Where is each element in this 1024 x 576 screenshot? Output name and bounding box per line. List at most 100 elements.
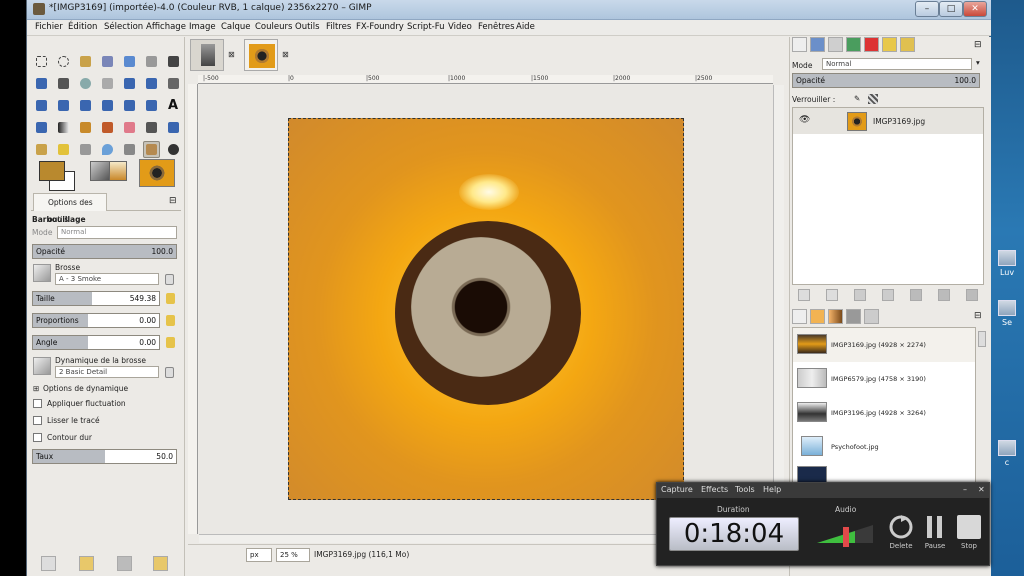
lasso-tool[interactable] (77, 53, 94, 70)
foreground-select-tool[interactable] (165, 53, 182, 70)
smudge-tool[interactable] (143, 141, 160, 158)
layers-tab-icon[interactable] (792, 37, 807, 52)
crop-tool[interactable] (165, 75, 182, 92)
raise-layer-icon[interactable] (854, 289, 866, 301)
menu-couleurs[interactable]: Couleurs (255, 22, 292, 32)
ink-tool[interactable] (165, 119, 182, 136)
layer-row[interactable]: 👁 IMGP3169.jpg (793, 108, 983, 134)
paintbrush-tool[interactable] (99, 119, 116, 136)
menu-video[interactable]: Video (448, 22, 472, 32)
layer-opacity-slider[interactable]: Opacité 100.0 (792, 73, 980, 88)
menu-filtres[interactable]: Filtres (326, 22, 351, 32)
recorder-close-icon[interactable]: ✕ (978, 485, 985, 494)
dodge-burn-tool[interactable] (121, 141, 138, 158)
active-brush-preview[interactable] (90, 161, 110, 181)
gradient-tab-icon[interactable] (828, 309, 843, 324)
perspective-tool[interactable] (99, 97, 116, 114)
stop-icon[interactable] (955, 513, 983, 541)
recorder-menu-tools[interactable]: Tools (735, 485, 755, 494)
zoom-tool[interactable] (77, 75, 94, 92)
edit-brush-icon[interactable] (165, 274, 174, 285)
new-group-icon[interactable] (826, 289, 838, 301)
color-picker-tool[interactable] (55, 75, 72, 92)
layer-mode-select[interactable]: Normal (822, 58, 972, 70)
fuzzy-select-tool[interactable] (99, 53, 116, 70)
recorder-minimize-icon[interactable]: – (963, 485, 967, 494)
angle-slider[interactable]: Angle 0.00 (32, 335, 160, 350)
color-select-tool[interactable] (121, 53, 138, 70)
menu-image[interactable]: Image (189, 22, 216, 32)
menu-affichage[interactable]: Affichage (146, 22, 186, 32)
anchor-layer-icon[interactable] (938, 289, 950, 301)
lower-layer-icon[interactable] (882, 289, 894, 301)
maximize-button[interactable]: □ (939, 1, 963, 17)
pause-icon[interactable] (921, 513, 949, 541)
tab-tool-options[interactable]: Options des outils (33, 193, 107, 224)
menu-calque[interactable]: Calque (221, 22, 251, 32)
title-bar[interactable]: *[IMGP3169] (importée)-4.0 (Couleur RVB,… (27, 0, 991, 20)
desktop-icon[interactable]: Luv (992, 250, 1022, 278)
recorder-menu-effects[interactable]: Effects (701, 485, 728, 494)
smooth-stroke-checkbox[interactable] (33, 416, 42, 425)
save-options-icon[interactable] (41, 556, 56, 571)
delete-options-icon[interactable] (117, 556, 132, 571)
move-tool[interactable] (121, 75, 138, 92)
unit-select[interactable]: px (246, 548, 272, 562)
brush-tab-icon[interactable] (792, 309, 807, 324)
new-layer-icon[interactable] (798, 289, 810, 301)
scale-tool[interactable] (55, 97, 72, 114)
colormap-tab-icon[interactable] (846, 37, 861, 52)
eye-icon[interactable]: 👁 (799, 115, 810, 125)
desktop-icon[interactable]: Se (992, 300, 1022, 328)
menu-edition[interactable]: Édition (68, 22, 97, 32)
recorder-menu-help[interactable]: Help (763, 485, 781, 494)
size-slider[interactable]: Taille 549.38 (32, 291, 160, 306)
mode-select[interactable]: Normal (57, 226, 177, 239)
images-tab-icon[interactable] (864, 309, 879, 324)
brushes-tab-icon[interactable] (900, 37, 915, 52)
blend-tool[interactable] (55, 119, 72, 136)
image-tab-2[interactable] (244, 39, 278, 71)
image-list-item[interactable]: IMGP3169.jpg (4928 × 2274) (793, 328, 975, 362)
expand-icon[interactable]: ⊞ (33, 384, 39, 393)
menu-fichier[interactable]: Fichier (35, 22, 63, 32)
brush-picker[interactable] (33, 264, 51, 282)
clone-tool[interactable] (33, 141, 50, 158)
dock-menu-icon[interactable]: ⊟ (974, 40, 982, 50)
ellipse-select-tool[interactable] (55, 53, 72, 70)
reset-options-icon[interactable] (153, 556, 168, 571)
undo-tab-icon[interactable] (882, 37, 897, 52)
active-image-preview[interactable] (139, 159, 175, 187)
measure-tool[interactable] (99, 75, 116, 92)
text-tool[interactable]: A (165, 97, 182, 114)
close-button[interactable]: ✕ (963, 1, 987, 17)
audio-level-meter[interactable] (815, 519, 877, 549)
rate-slider[interactable]: Taux 50.0 (32, 449, 177, 464)
edit-dynamics-icon[interactable] (165, 367, 174, 378)
pattern-tab-icon[interactable] (810, 309, 825, 324)
vertical-scrollbar[interactable] (773, 85, 784, 534)
image-list-item[interactable]: IMGP3196.jpg (4928 × 3264) (793, 396, 975, 430)
scissors-tool[interactable] (143, 53, 160, 70)
lock-pixels-icon[interactable]: ✎ (854, 94, 860, 103)
menu-fenetres[interactable]: Fenêtres (478, 22, 515, 32)
panel-menu-icon[interactable]: ⊟ (169, 196, 177, 206)
paths-tab-icon[interactable] (828, 37, 843, 52)
proportions-reset-icon[interactable] (166, 315, 175, 326)
perspective-clone-tool[interactable] (77, 141, 94, 158)
hard-edge-checkbox[interactable] (33, 433, 42, 442)
rotate-tool[interactable] (33, 97, 50, 114)
lock-alpha-icon[interactable] (868, 94, 878, 104)
flip-tool[interactable] (121, 97, 138, 114)
delete-layer-icon[interactable] (966, 289, 978, 301)
active-gradient-preview[interactable] (109, 161, 127, 181)
menu-aide[interactable]: Aide (516, 22, 535, 32)
apply-jitter-checkbox[interactable] (33, 399, 42, 408)
brush-name-field[interactable]: A - 3 Smoke (55, 273, 159, 285)
close-image-tab-2-icon[interactable]: ⊠ (282, 50, 289, 59)
tiny-planet-photo[interactable] (288, 118, 684, 500)
align-tool[interactable] (143, 75, 160, 92)
pencil-tool[interactable] (77, 119, 94, 136)
bucket-fill-tool[interactable] (33, 119, 50, 136)
menu-fx-foundry[interactable]: FX-Foundry (356, 22, 404, 32)
